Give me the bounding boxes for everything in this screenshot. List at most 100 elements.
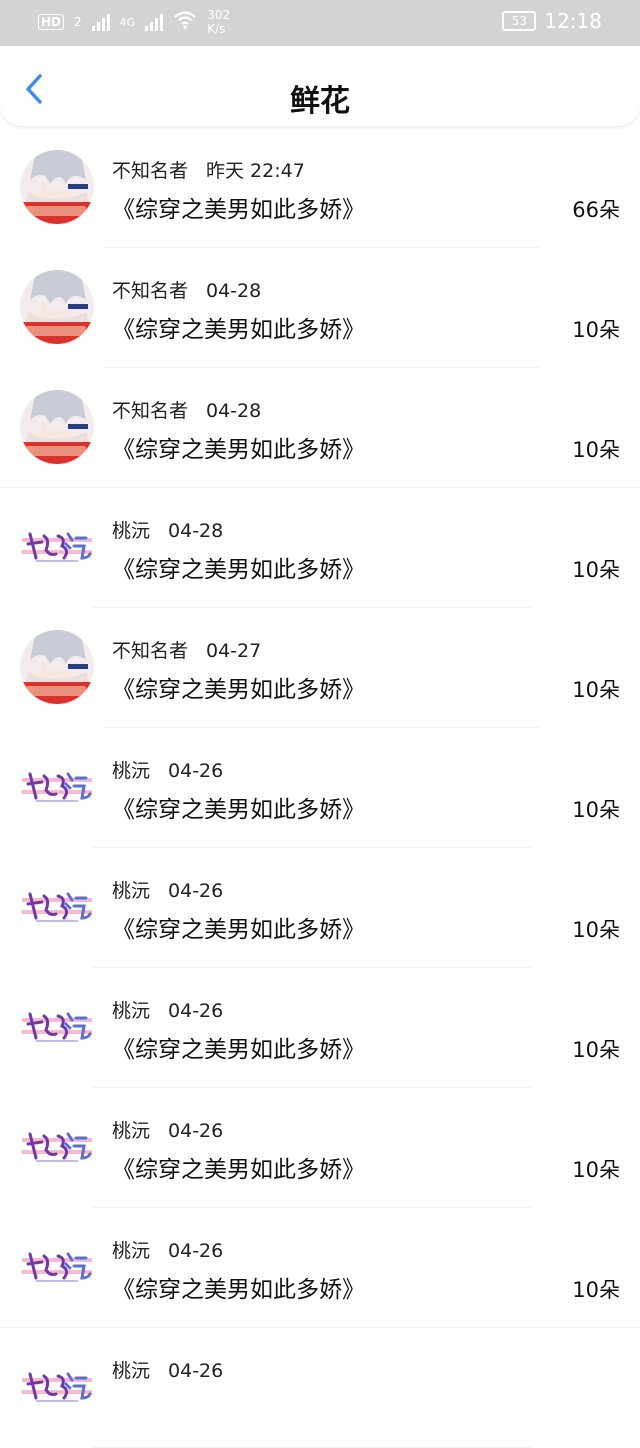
username: 不知名者	[112, 280, 189, 302]
list-item-11[interactable]: 桃沅 04-26	[0, 1328, 640, 1448]
timestamp: 04-26	[168, 1240, 224, 1262]
list-item-4[interactable]: 桃沅 04-28 《综穿之美男如此多娇》 10朵	[0, 488, 640, 608]
book-title: 《综穿之美男如此多娇》	[112, 557, 365, 583]
timestamp: 04-26	[168, 760, 224, 782]
item-meta: 不知名者 04-28	[112, 276, 261, 303]
list-item-8[interactable]: 桃沅 04-26 《综穿之美男如此多娇》 10朵	[0, 968, 640, 1088]
net-speed: 302 K/s	[207, 8, 230, 36]
anime-portrait-image	[20, 150, 94, 224]
taoyuan-logo-image	[20, 870, 94, 944]
timestamp: 04-26	[168, 880, 224, 902]
username: 桃沅	[112, 520, 151, 542]
taoyuan-logo-image	[20, 990, 94, 1064]
avatar-taoyuan-logo[interactable]	[20, 510, 94, 584]
flower-count: 10朵	[572, 678, 620, 702]
list-item-2[interactable]: 不知名者 04-28 《综穿之美男如此多娇》 10朵	[0, 248, 640, 368]
book-title: 《综穿之美男如此多娇》	[112, 197, 365, 223]
net-speed-unit: K/s	[207, 22, 226, 36]
timestamp: 04-28	[206, 400, 262, 422]
status-left: HD 2 4G 302 K/s	[38, 8, 230, 36]
flower-count: 66朵	[572, 198, 620, 222]
username: 不知名者	[112, 160, 189, 182]
battery-icon: 53	[502, 11, 537, 31]
avatar-anime-portrait[interactable]	[20, 150, 94, 224]
username: 桃沅	[112, 1000, 151, 1022]
anime-portrait-image	[20, 630, 94, 704]
item-meta: 桃沅 04-26	[112, 1116, 223, 1143]
item-meta: 桃沅 04-26	[112, 996, 223, 1023]
wifi-icon	[173, 10, 197, 35]
hd-icon: HD	[38, 14, 65, 30]
timestamp: 昨天 22:47	[206, 160, 305, 182]
timestamp: 04-26	[168, 1120, 224, 1142]
book-title: 《综穿之美男如此多娇》	[112, 437, 365, 463]
avatar-taoyuan-logo[interactable]	[20, 750, 94, 824]
item-meta: 不知名者 04-27	[112, 636, 261, 663]
flower-count: 10朵	[572, 1278, 620, 1302]
list-item-9[interactable]: 桃沅 04-26 《综穿之美男如此多娇》 10朵	[0, 1088, 640, 1208]
timestamp: 04-28	[168, 520, 224, 542]
list-item-10[interactable]: 桃沅 04-26 《综穿之美男如此多娇》 10朵	[0, 1208, 640, 1328]
net-speed-value: 302	[207, 8, 231, 22]
flower-count: 10朵	[572, 1038, 620, 1062]
item-meta: 桃沅 04-26	[112, 756, 223, 783]
network-type: 4G	[119, 15, 136, 29]
item-meta: 桃沅 04-28	[112, 516, 223, 543]
username: 桃沅	[112, 1120, 151, 1142]
signal-icon-2	[145, 13, 164, 31]
anime-portrait-image	[20, 270, 94, 344]
timestamp: 04-27	[206, 640, 262, 662]
page-title: 鲜花	[290, 84, 350, 119]
timestamp: 04-26	[168, 1000, 224, 1022]
timestamp: 04-26	[168, 1360, 224, 1382]
flower-count: 10朵	[572, 1158, 620, 1182]
flower-count: 10朵	[572, 558, 620, 582]
book-title: 《综穿之美男如此多娇》	[112, 917, 365, 943]
book-title: 《综穿之美男如此多娇》	[112, 1157, 365, 1183]
list-item-7[interactable]: 桃沅 04-26 《综穿之美男如此多娇》 10朵	[0, 848, 640, 968]
avatar-taoyuan-logo[interactable]	[20, 1110, 94, 1184]
book-title: 《综穿之美男如此多娇》	[112, 677, 365, 703]
book-title: 《综穿之美男如此多娇》	[112, 797, 365, 823]
status-bar: HD 2 4G 302 K/s 53 12:18	[0, 0, 640, 46]
username: 桃沅	[112, 1240, 151, 1262]
timestamp: 04-28	[206, 280, 262, 302]
flower-count: 10朵	[572, 438, 620, 462]
anime-portrait-image	[20, 390, 94, 464]
flower-list: 不知名者 昨天 22:47 《综穿之美男如此多娇》 66朵 不知名者 04-28 《…	[0, 128, 640, 1448]
avatar-anime-portrait[interactable]	[20, 630, 94, 704]
item-meta: 桃沅 04-26	[112, 876, 223, 903]
list-item-3[interactable]: 不知名者 04-28 《综穿之美男如此多娇》 10朵	[0, 368, 640, 488]
avatar-taoyuan-logo[interactable]	[20, 1230, 94, 1304]
taoyuan-logo-image	[20, 510, 94, 584]
avatar-taoyuan-logo[interactable]	[20, 870, 94, 944]
avatar-taoyuan-logo[interactable]	[20, 990, 94, 1064]
username: 不知名者	[112, 400, 189, 422]
username: 不知名者	[112, 640, 189, 662]
signal-icon	[91, 13, 110, 31]
sim-indicator: 2	[74, 15, 82, 29]
app-bar: 鲜花	[0, 46, 640, 126]
taoyuan-logo-image	[20, 1110, 94, 1184]
avatar-taoyuan-logo[interactable]	[20, 1350, 94, 1424]
avatar-anime-portrait[interactable]	[20, 270, 94, 344]
taoyuan-logo-image	[20, 750, 94, 824]
flower-count: 10朵	[572, 918, 620, 942]
item-meta: 不知名者 04-28	[112, 396, 261, 423]
item-meta: 不知名者 昨天 22:47	[112, 156, 305, 183]
username: 桃沅	[112, 760, 151, 782]
username: 桃沅	[112, 1360, 151, 1382]
list-item-1[interactable]: 不知名者 昨天 22:47 《综穿之美男如此多娇》 66朵	[0, 128, 640, 248]
list-item-5[interactable]: 不知名者 04-27 《综穿之美男如此多娇》 10朵	[0, 608, 640, 728]
book-title: 《综穿之美男如此多娇》	[112, 1037, 365, 1063]
list-item-6[interactable]: 桃沅 04-26 《综穿之美男如此多娇》 10朵	[0, 728, 640, 848]
flower-count: 10朵	[572, 318, 620, 342]
taoyuan-logo-image	[20, 1350, 94, 1424]
book-title: 《综穿之美男如此多娇》	[112, 317, 365, 343]
username: 桃沅	[112, 880, 151, 902]
status-right: 53 12:18	[502, 9, 602, 33]
clock: 12:18	[544, 9, 602, 33]
item-meta: 桃沅 04-26	[112, 1236, 223, 1263]
avatar-anime-portrait[interactable]	[20, 390, 94, 464]
taoyuan-logo-image	[20, 1230, 94, 1304]
